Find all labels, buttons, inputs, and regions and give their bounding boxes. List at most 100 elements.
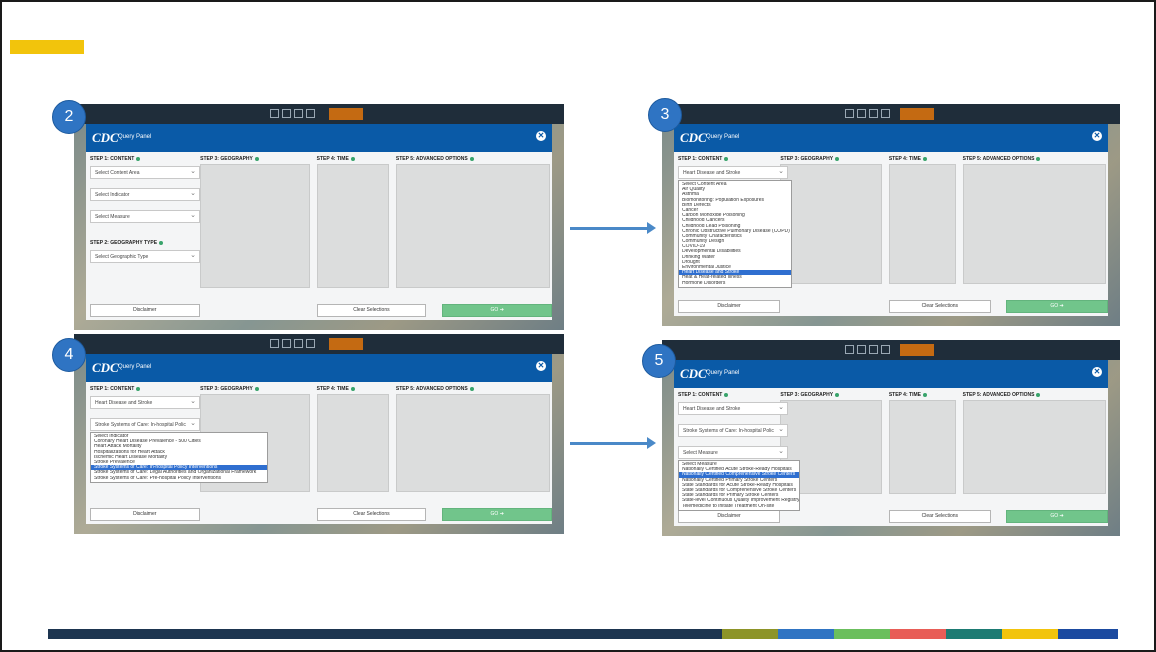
close-icon[interactable]: ✕ xyxy=(536,361,546,371)
go-button[interactable]: GO ➔ xyxy=(1006,510,1108,523)
stripe-segment xyxy=(946,629,1002,639)
info-icon xyxy=(724,156,729,161)
dropdown-list[interactable]: Select Measure Nationally Certified Acute… xyxy=(678,460,800,511)
step-3-geography-heading: STEP 3: GEOGRAPHY xyxy=(780,156,840,162)
toolbar-icon[interactable] xyxy=(857,109,867,118)
content-area-select[interactable]: Heart Disease and Stroke xyxy=(678,166,788,179)
heading-text: STEP 4: TIME xyxy=(888,156,921,162)
info-icon xyxy=(159,240,164,245)
clear-selections-button[interactable]: Clear Selections xyxy=(316,508,427,521)
heading-text: STEP 1: CONTENT xyxy=(90,386,135,392)
content-area-select[interactable]: Heart Disease and Stroke xyxy=(678,402,788,415)
screenshot-step-4: CDC Query Panel ✕ STEP 1: CONTENT STEP 3: GE… xyxy=(74,334,564,534)
heading-text: STEP 5: ADVANCED OPTIONS xyxy=(962,156,1035,162)
info-icon xyxy=(350,386,355,391)
disclaimer-button[interactable]: Disclaimer xyxy=(678,300,780,313)
content-area-select[interactable]: Select Content Area xyxy=(90,166,200,179)
time-box xyxy=(316,164,389,288)
toolbar-icon[interactable] xyxy=(869,109,879,118)
advanced-options-box xyxy=(962,164,1106,284)
panel-title: Query Panel xyxy=(706,134,740,140)
dropdown-list[interactable]: Select Content Area Air Quality Asthma Biom… xyxy=(678,180,792,288)
right-arrow-icon xyxy=(570,437,656,449)
close-icon[interactable]: ✕ xyxy=(1092,131,1102,141)
dropdown-option[interactable]: Hormone Disorders xyxy=(679,281,791,286)
clear-selections-button[interactable]: Clear Selections xyxy=(316,304,427,317)
cdc-logo: CDC xyxy=(92,360,119,375)
toolbar-icon[interactable] xyxy=(881,109,891,118)
info-icon xyxy=(254,156,259,161)
stripe-segment xyxy=(722,629,778,639)
cdc-logo: CDC xyxy=(680,130,707,145)
indicator-select[interactable]: Stroke Systems of Care: In-hospital Poli… xyxy=(678,424,788,437)
toolbar-icon[interactable] xyxy=(845,109,855,118)
step-5-advanced-options-heading: STEP 5: ADVANCED OPTIONS xyxy=(396,156,474,162)
disclaimer-button[interactable]: Disclaimer xyxy=(90,304,200,317)
step-5-advanced-options-heading: STEP 5: ADVANCED OPTIONS xyxy=(396,386,474,392)
heading-text: STEP 4: TIME xyxy=(888,392,921,398)
query-panel: CDC Query Panel ✕ STEP 1: CONTENT STEP 3: GE… xyxy=(86,124,552,320)
info-icon xyxy=(835,392,840,397)
toolbar-icon[interactable] xyxy=(306,109,315,118)
cdc-logo: CDC xyxy=(92,130,119,145)
advanced-options-box xyxy=(962,400,1106,494)
heading-text: STEP 3: GEOGRAPHY xyxy=(200,386,253,392)
toolbar-icon[interactable] xyxy=(857,345,867,354)
toolbar-icon[interactable] xyxy=(869,345,879,354)
panel-title: Query Panel xyxy=(118,364,152,370)
indicator-select[interactable]: Select Indicator xyxy=(90,188,200,201)
step-badge: 4 xyxy=(52,338,86,372)
step-3-geography-heading: STEP 3: GEOGRAPHY xyxy=(780,392,840,398)
close-icon[interactable]: ✕ xyxy=(1092,367,1102,377)
panel-header: CDC Query Panel ✕ xyxy=(674,360,1108,388)
panel-header: CDC Query Panel ✕ xyxy=(86,354,552,382)
step-1-content-heading: STEP 1: CONTENT xyxy=(678,392,729,398)
query-panel: CDC Query Panel ✕ STEP 1: CONTENT STEP 3: GE… xyxy=(86,354,552,524)
app-toolbar xyxy=(74,334,564,354)
toolbar-icon[interactable] xyxy=(282,339,291,348)
toolbar-icon[interactable] xyxy=(294,339,303,348)
orange-indicator xyxy=(900,344,935,356)
bottom-color-stripe xyxy=(48,629,1118,639)
content-area-select[interactable]: Heart Disease and Stroke xyxy=(90,396,200,409)
clear-selections-button[interactable]: Clear Selections xyxy=(888,300,991,313)
step-4-time-heading: STEP 4: TIME xyxy=(889,392,927,398)
advanced-options-box xyxy=(395,394,550,492)
geography-type-select[interactable]: Select Geographic Type xyxy=(90,250,200,263)
time-box xyxy=(888,164,957,284)
disclaimer-button[interactable]: Disclaimer xyxy=(678,510,780,523)
step-badge: 2 xyxy=(52,100,86,134)
measure-select[interactable]: Select Measure xyxy=(90,210,200,223)
slide: CDC Query Panel ✕ STEP 1: CONTENT STEP 3: GE… xyxy=(0,0,1156,652)
toolbar-icon[interactable] xyxy=(294,109,303,118)
toolbar-icon[interactable] xyxy=(881,345,891,354)
toolbar-icon[interactable] xyxy=(845,345,855,354)
go-button[interactable]: GO ➔ xyxy=(442,304,552,317)
heading-text: STEP 5: ADVANCED OPTIONS xyxy=(962,392,1035,398)
dropdown-option[interactable]: Stroke Systems of Care: Pre-hospital Pol… xyxy=(91,476,267,481)
disclaimer-button[interactable]: Disclaimer xyxy=(90,508,200,521)
info-icon xyxy=(469,156,474,161)
go-button[interactable]: GO ➔ xyxy=(442,508,552,521)
screenshot-step-2: CDC Query Panel ✕ STEP 1: CONTENT STEP 3: GE… xyxy=(74,104,564,330)
info-icon xyxy=(469,386,474,391)
step-badge: 5 xyxy=(642,344,676,378)
screenshot-step-3: CDC Query Panel ✕ STEP 1: CONTENT STEP 3: GE… xyxy=(662,104,1120,326)
toolbar-icon[interactable] xyxy=(282,109,291,118)
heading-text: STEP 2: GEOGRAPHY TYPE xyxy=(90,240,158,246)
toolbar-icon[interactable] xyxy=(270,109,279,118)
toolbar-icon[interactable] xyxy=(306,339,315,348)
indicator-select[interactable]: Stroke Systems of Care: In-hospital Poli… xyxy=(90,418,200,431)
info-icon xyxy=(724,392,729,397)
measure-select[interactable]: Select Measure xyxy=(678,446,788,459)
info-icon xyxy=(1036,392,1041,397)
panel-header: CDC Query Panel ✕ xyxy=(674,124,1108,152)
clear-selections-button[interactable]: Clear Selections xyxy=(888,510,991,523)
query-panel: CDC Query Panel ✕ STEP 1: CONTENT STEP 3: GE… xyxy=(674,124,1108,316)
toolbar-icon[interactable] xyxy=(270,339,279,348)
dropdown-option[interactable]: Telemedicine to Initiate Treatment On-si… xyxy=(679,504,799,509)
dropdown-list[interactable]: Select Indicator Coronary Heart Disease P… xyxy=(90,432,268,483)
go-button[interactable]: GO ➔ xyxy=(1006,300,1108,313)
heading-text: STEP 1: CONTENT xyxy=(678,392,723,398)
close-icon[interactable]: ✕ xyxy=(536,131,546,141)
